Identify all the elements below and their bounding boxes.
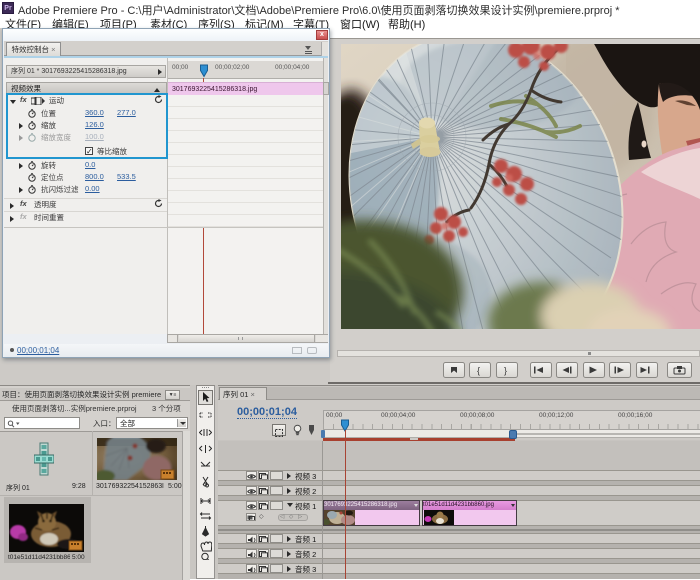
svg-text:{: { [477,366,480,376]
svg-text:}: } [504,366,507,376]
